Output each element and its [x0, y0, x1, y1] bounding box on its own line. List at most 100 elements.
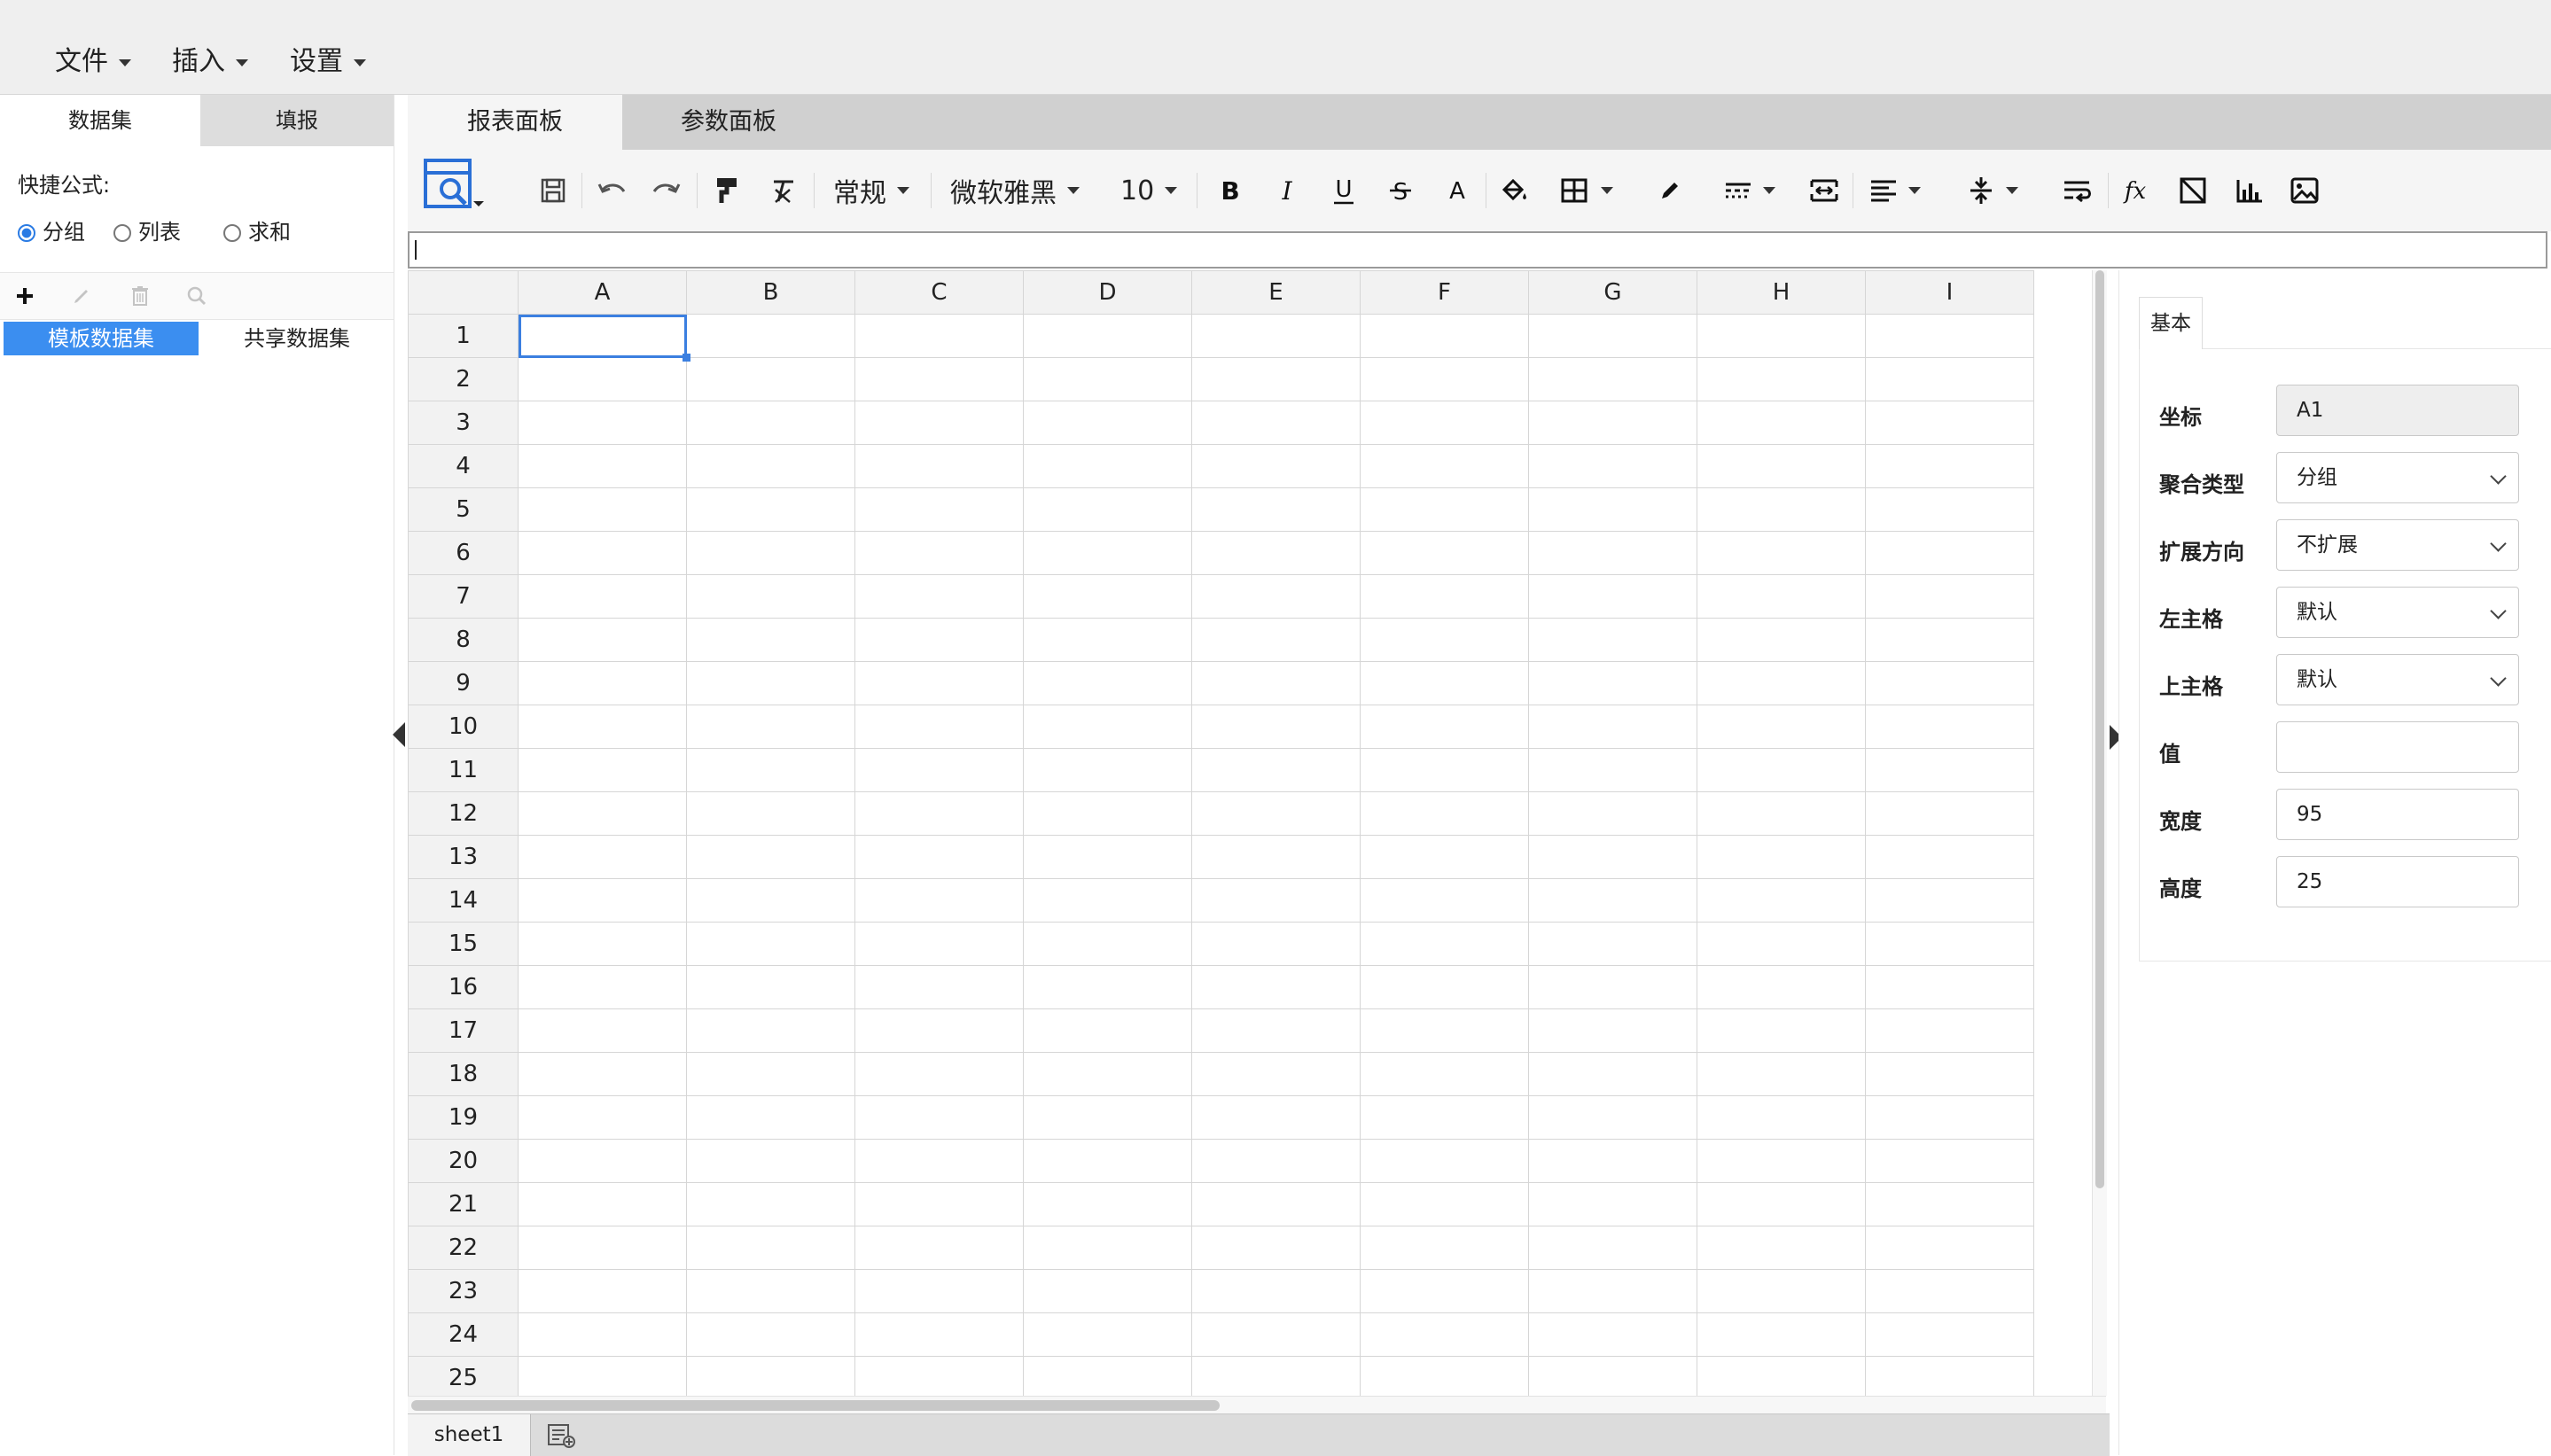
vertical-align-dropdown[interactable]: [1961, 171, 2024, 210]
tab-template-dataset[interactable]: 模板数据集: [4, 322, 199, 355]
grid-cell[interactable]: [1865, 314, 2034, 358]
grid-cell[interactable]: [1360, 1182, 1529, 1226]
grid-cell[interactable]: [1023, 1095, 1192, 1140]
menu-insert[interactable]: 插入: [172, 44, 248, 80]
grid-cell[interactable]: [1697, 531, 1866, 575]
grid-cell[interactable]: [686, 965, 855, 1009]
row-header[interactable]: 21: [408, 1182, 519, 1226]
collapse-left-icon[interactable]: [393, 722, 405, 747]
grid-cell[interactable]: [1528, 444, 1697, 488]
wrap-text-icon[interactable]: [2058, 171, 2097, 210]
grid-cell[interactable]: [1023, 835, 1192, 879]
grid-cell[interactable]: [1191, 531, 1361, 575]
left-parent-select[interactable]: 默认: [2276, 587, 2519, 638]
grid-cell[interactable]: [1360, 878, 1529, 923]
grid-cell[interactable]: [1360, 1312, 1529, 1357]
grid-cell[interactable]: [1528, 1095, 1697, 1140]
redo-icon[interactable]: [649, 171, 684, 210]
grid-cell[interactable]: [854, 965, 1024, 1009]
row-header[interactable]: 2: [408, 357, 519, 401]
grid-cell[interactable]: [854, 1139, 1024, 1183]
grid-cell[interactable]: [1528, 1226, 1697, 1270]
grid-cell[interactable]: [1865, 618, 2034, 662]
grid-cell[interactable]: [1023, 1052, 1192, 1096]
grid-cell[interactable]: [686, 878, 855, 923]
grid-corner[interactable]: [408, 270, 519, 315]
grid-cell[interactable]: [1865, 531, 2034, 575]
grid-cell[interactable]: [1360, 357, 1529, 401]
grid-cell[interactable]: [1191, 1182, 1361, 1226]
grid-cell[interactable]: [518, 444, 687, 488]
horizontal-scroll-thumb[interactable]: [411, 1400, 1220, 1411]
aggregate-type-select[interactable]: 分组: [2276, 452, 2519, 503]
grid-cell[interactable]: [1528, 922, 1697, 966]
grid-cell[interactable]: [1528, 1139, 1697, 1183]
grid-cell[interactable]: [1865, 401, 2034, 445]
vertical-scroll-thumb[interactable]: [2095, 270, 2104, 1188]
grid-cell[interactable]: [1023, 965, 1192, 1009]
grid-cell[interactable]: [518, 487, 687, 532]
column-header[interactable]: E: [1191, 270, 1361, 315]
grid-cell[interactable]: [854, 1226, 1024, 1270]
grid-cell[interactable]: [1865, 1095, 2034, 1140]
grid-cell[interactable]: [1360, 531, 1529, 575]
grid-cell[interactable]: [1697, 487, 1866, 532]
row-header[interactable]: 16: [408, 965, 519, 1009]
grid-cell[interactable]: [686, 1269, 855, 1313]
row-header[interactable]: 13: [408, 835, 519, 879]
grid-cell[interactable]: [1697, 922, 1866, 966]
add-icon[interactable]: [12, 284, 37, 308]
grid-cell[interactable]: [1697, 705, 1866, 749]
grid-cell[interactable]: [1023, 401, 1192, 445]
grid-cell[interactable]: [1697, 791, 1866, 836]
grid-cell[interactable]: [1191, 1095, 1361, 1140]
grid-cell[interactable]: [518, 618, 687, 662]
grid-cell[interactable]: [686, 314, 855, 358]
grid-cell[interactable]: [1697, 1312, 1866, 1357]
grid-cell[interactable]: [686, 835, 855, 879]
grid-cell[interactable]: [1023, 487, 1192, 532]
chart-icon[interactable]: [2230, 171, 2269, 210]
menu-file[interactable]: 文件: [55, 44, 131, 80]
grid-cell[interactable]: [1191, 922, 1361, 966]
grid-cell[interactable]: [854, 401, 1024, 445]
preview-icon[interactable]: [424, 157, 488, 215]
row-header[interactable]: 15: [408, 922, 519, 966]
edit-icon[interactable]: [69, 284, 94, 308]
grid-cell[interactable]: [518, 1052, 687, 1096]
grid-cell[interactable]: [1191, 705, 1361, 749]
grid-cell[interactable]: [1865, 748, 2034, 792]
grid-cell[interactable]: [854, 531, 1024, 575]
grid-cell[interactable]: [518, 791, 687, 836]
grid-cell[interactable]: [1697, 574, 1866, 619]
grid-cell[interactable]: [1191, 1226, 1361, 1270]
grid-cell[interactable]: [1865, 1356, 2034, 1396]
grid-cell[interactable]: [686, 1139, 855, 1183]
grid-cell[interactable]: [1023, 878, 1192, 923]
grid-cell[interactable]: [854, 1008, 1024, 1053]
grid-cell[interactable]: [1360, 1052, 1529, 1096]
grid-cell[interactable]: [1191, 1052, 1361, 1096]
grid-cell[interactable]: [1360, 314, 1529, 358]
grid-cell[interactable]: [854, 357, 1024, 401]
row-header[interactable]: 1: [408, 314, 519, 358]
radio-checked-icon[interactable]: [18, 224, 35, 242]
grid-cell[interactable]: [686, 357, 855, 401]
grid-cell[interactable]: [1191, 1008, 1361, 1053]
grid-cell[interactable]: [854, 791, 1024, 836]
grid-cell[interactable]: [854, 878, 1024, 923]
grid-cell[interactable]: [518, 748, 687, 792]
grid-cell[interactable]: [854, 1269, 1024, 1313]
grid-cell[interactable]: [1191, 574, 1361, 619]
sheet-tab[interactable]: sheet1: [408, 1414, 531, 1456]
grid-cell[interactable]: [1023, 1312, 1192, 1357]
merge-cells-icon[interactable]: [1805, 171, 1844, 210]
grid-cell[interactable]: [1023, 1139, 1192, 1183]
row-header[interactable]: 7: [408, 574, 519, 619]
radio-group-option[interactable]: 分组: [18, 217, 85, 247]
tab-dataset[interactable]: 数据集: [0, 95, 200, 146]
grid-cell[interactable]: [854, 705, 1024, 749]
tab-fill[interactable]: 填报: [200, 95, 394, 146]
grid-cell[interactable]: [1697, 444, 1866, 488]
row-header[interactable]: 4: [408, 444, 519, 488]
